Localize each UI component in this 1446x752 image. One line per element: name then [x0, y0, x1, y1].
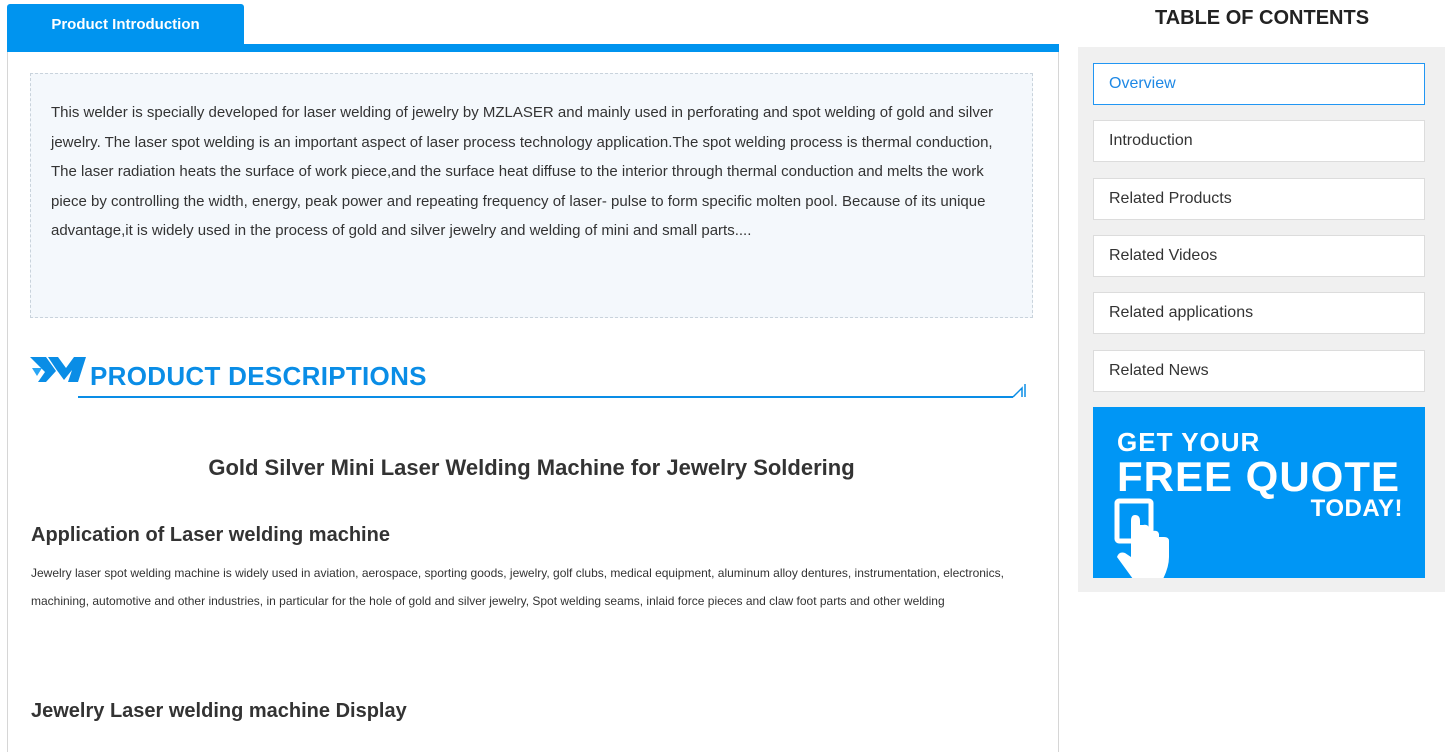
toc-item-related-news[interactable]: Related News	[1093, 350, 1425, 392]
intro-box: This welder is specially developed for l…	[30, 73, 1033, 318]
section-title: PRODUCT DESCRIPTIONS	[90, 361, 427, 391]
pointing-hand-icon	[1114, 498, 1169, 578]
toc-item-related-applications[interactable]: Related applications	[1093, 292, 1425, 334]
product-title: Gold Silver Mini Laser Welding Machine f…	[208, 455, 855, 480]
toc-item-related-videos[interactable]: Related Videos	[1093, 235, 1425, 277]
tab-product-introduction[interactable]: Product Introduction	[7, 4, 244, 45]
toc-title: TABLE OF CONTENTS	[1154, 7, 1370, 29]
tab-bar-underline	[7, 44, 1059, 52]
quote-line-3: TODAY!	[1310, 495, 1403, 522]
brand-logo-icon	[30, 357, 86, 382]
application-heading: Application of Laser welding machine	[31, 524, 390, 546]
application-text: Jewelry laser spot welding machine is wi…	[31, 566, 1004, 608]
free-quote-banner[interactable]: GET YOUR FREE QUOTE TODAY!	[1093, 407, 1425, 578]
quote-line-2: FREE QUOTE	[1117, 453, 1401, 500]
section-underline	[78, 396, 1013, 398]
toc-item-overview[interactable]: Overview	[1093, 63, 1425, 105]
underline-end-ornament	[1012, 384, 1026, 398]
display-heading: Jewelry Laser welding machine Display	[31, 700, 407, 722]
toc-item-related-products[interactable]: Related Products	[1093, 178, 1425, 220]
toc-item-introduction[interactable]: Introduction	[1093, 120, 1425, 162]
intro-text: This welder is specially developed for l…	[51, 104, 994, 239]
section-heading: PRODUCT DESCRIPTIONS	[30, 354, 1030, 400]
